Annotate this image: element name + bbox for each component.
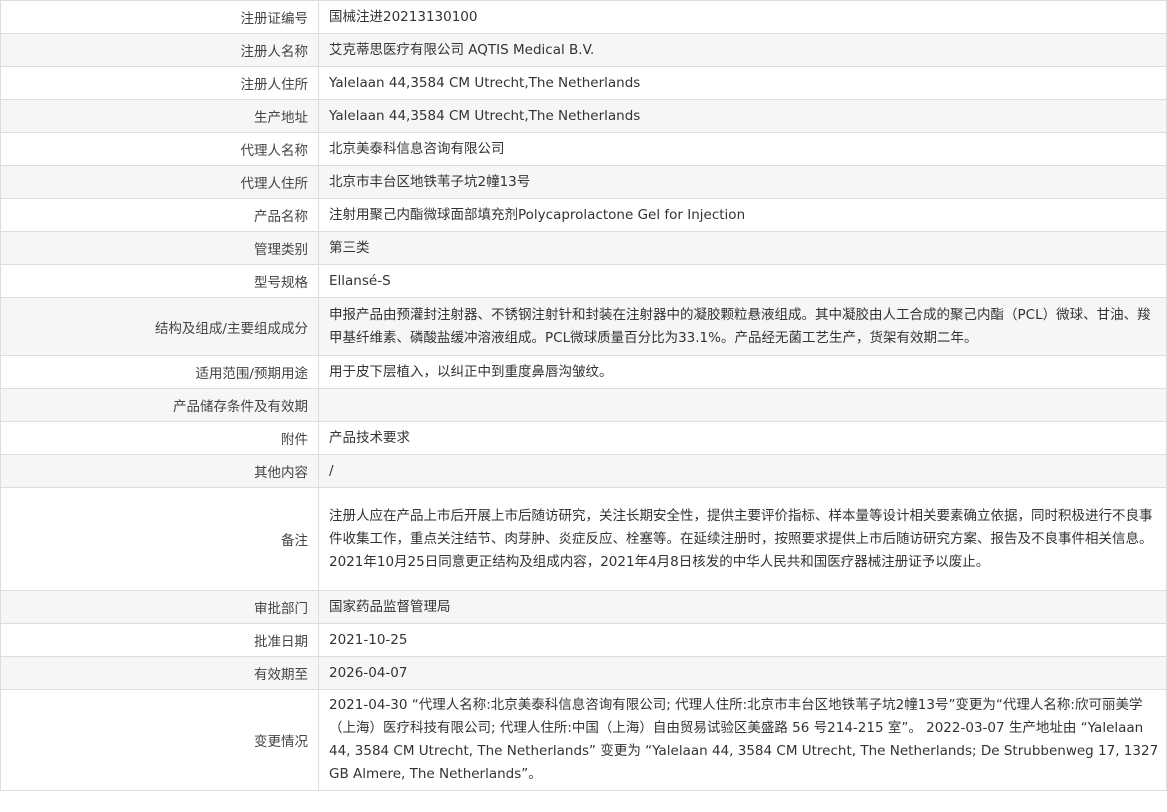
field-label: 注册人住所 xyxy=(0,66,319,100)
field-value: Ellansé-S xyxy=(318,264,1167,298)
field-label: 备注 xyxy=(0,487,319,591)
row-production-address: 生产地址 Yalelaan 44,3584 CM Utrecht,The Net… xyxy=(0,99,1167,133)
row-change-history: 变更情况 2021-04-30 “代理人名称:北京美泰科信息咨询有限公司; 代理… xyxy=(0,689,1167,791)
field-value: 国家药品监督管理局 xyxy=(318,590,1167,624)
field-value: 申报产品由预灌封注射器、不锈钢注射针和封装在注射器中的凝胶颗粒悬液组成。其中凝胶… xyxy=(318,297,1167,356)
remarks-paragraph: 2021年10月25日同意更正结构及组成内容，2021年4月8日核发的中华人民共… xyxy=(329,553,990,570)
field-label: 管理类别 xyxy=(0,231,319,265)
field-value: / xyxy=(318,454,1167,488)
field-label: 变更情况 xyxy=(0,689,319,791)
field-value: 注册人应在产品上市后开展上市后随访研究，关注长期安全性，提供主要评价指标、样本量… xyxy=(318,487,1167,591)
field-value: 第三类 xyxy=(318,231,1167,265)
row-registrant-address: 注册人住所 Yalelaan 44,3584 CM Utrecht,The Ne… xyxy=(0,66,1167,100)
row-valid-until: 有效期至 2026-04-07 xyxy=(0,656,1167,690)
field-label: 型号规格 xyxy=(0,264,319,298)
row-other-content: 其他内容 / xyxy=(0,454,1167,488)
row-structure-composition: 结构及组成/主要组成成分 申报产品由预灌封注射器、不锈钢注射针和封装在注射器中的… xyxy=(0,297,1167,356)
row-approval-department: 审批部门 国家药品监督管理局 xyxy=(0,590,1167,624)
field-label: 其他内容 xyxy=(0,454,319,488)
field-label: 代理人名称 xyxy=(0,132,319,166)
row-model-spec: 型号规格 Ellansé-S xyxy=(0,264,1167,298)
field-value: Yalelaan 44,3584 CM Utrecht,The Netherla… xyxy=(318,99,1167,133)
row-storage-conditions: 产品储存条件及有效期 xyxy=(0,388,1167,422)
field-value: 北京美泰科信息咨询有限公司 xyxy=(318,132,1167,166)
field-label: 产品储存条件及有效期 xyxy=(0,388,319,422)
field-value: 2021-04-30 “代理人名称:北京美泰科信息咨询有限公司; 代理人住所:北… xyxy=(318,689,1167,791)
field-label: 有效期至 xyxy=(0,656,319,690)
field-value: 注射用聚己内酯微球面部填充剂Polycaprolactone Gel for I… xyxy=(318,198,1167,232)
field-label: 适用范围/预期用途 xyxy=(0,355,319,389)
field-label: 审批部门 xyxy=(0,590,319,624)
remarks-paragraph: 注册人应在产品上市后开展上市后随访研究，关注长期安全性，提供主要评价指标、样本量… xyxy=(329,507,1153,547)
field-value: 北京市丰台区地铁苇子坑2幢13号 xyxy=(318,165,1167,199)
field-label: 批准日期 xyxy=(0,623,319,657)
row-remarks: 备注 注册人应在产品上市后开展上市后随访研究，关注长期安全性，提供主要评价指标、… xyxy=(0,487,1167,591)
row-registration-number: 注册证编号 国械注进20213130100 xyxy=(0,0,1167,34)
field-value: Yalelaan 44,3584 CM Utrecht,The Netherla… xyxy=(318,66,1167,100)
row-approval-date: 批准日期 2021-10-25 xyxy=(0,623,1167,657)
field-value: 国械注进20213130100 xyxy=(318,0,1167,34)
field-label: 注册证编号 xyxy=(0,0,319,34)
field-value: 2026-04-07 xyxy=(318,656,1167,690)
field-label: 附件 xyxy=(0,421,319,455)
field-label: 注册人名称 xyxy=(0,33,319,67)
row-intended-use: 适用范围/预期用途 用于皮下层植入，以纠正中到重度鼻唇沟皱纹。 xyxy=(0,355,1167,389)
field-value: 2021-10-25 xyxy=(318,623,1167,657)
row-registrant-name: 注册人名称 艾克蒂思医疗有限公司 AQTIS Medical B.V. xyxy=(0,33,1167,67)
row-product-name: 产品名称 注射用聚己内酯微球面部填充剂Polycaprolactone Gel … xyxy=(0,198,1167,232)
field-value: 产品技术要求 xyxy=(318,421,1167,455)
row-management-category: 管理类别 第三类 xyxy=(0,231,1167,265)
field-value: 用于皮下层植入，以纠正中到重度鼻唇沟皱纹。 xyxy=(318,355,1167,389)
row-agent-address: 代理人住所 北京市丰台区地铁苇子坑2幢13号 xyxy=(0,165,1167,199)
field-label: 结构及组成/主要组成成分 xyxy=(0,297,319,356)
field-label: 生产地址 xyxy=(0,99,319,133)
field-value xyxy=(318,388,1167,422)
field-label: 产品名称 xyxy=(0,198,319,232)
registration-info-table: 注册证编号 国械注进20213130100 注册人名称 艾克蒂思医疗有限公司 A… xyxy=(0,0,1167,791)
row-agent-name: 代理人名称 北京美泰科信息咨询有限公司 xyxy=(0,132,1167,166)
row-attachment: 附件 产品技术要求 xyxy=(0,421,1167,455)
field-label: 代理人住所 xyxy=(0,165,319,199)
field-value: 艾克蒂思医疗有限公司 AQTIS Medical B.V. xyxy=(318,33,1167,67)
